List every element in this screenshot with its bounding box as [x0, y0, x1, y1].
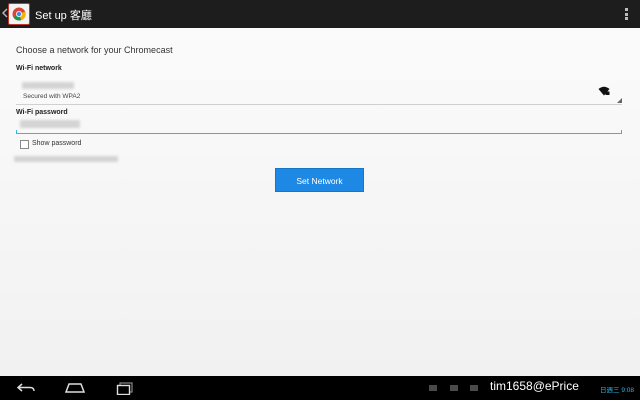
password-redacted	[20, 120, 80, 128]
show-password-label[interactable]: Show password	[32, 140, 81, 147]
system-nav-bar: tim1658@ePrice 日週三 9:08	[0, 376, 640, 400]
setup-form: Choose a network for your Chromecast Wi-…	[0, 28, 640, 376]
wifi-password-label: Wi-Fi password	[16, 109, 68, 116]
spinner-underline	[16, 104, 622, 105]
dropdown-arrow-icon	[617, 98, 622, 103]
notification-icon	[450, 385, 458, 391]
password-underline	[16, 130, 622, 134]
more-vert-icon[interactable]	[625, 8, 628, 20]
nav-back-icon[interactable]	[16, 381, 36, 395]
form-heading: Choose a network for your Chromecast	[16, 45, 173, 55]
wifi-password-input[interactable]	[16, 118, 622, 134]
notification-icon	[429, 385, 437, 391]
wifi-network-spinner[interactable]: Secured with WPA2	[16, 77, 622, 105]
wifi-network-label: Wi-Fi network	[16, 65, 62, 72]
status-clock: 日週三 9:08	[600, 387, 634, 394]
redacted-text	[14, 156, 118, 162]
show-password-checkbox[interactable]	[20, 140, 29, 149]
watermark-text: tim1658@ePrice	[490, 379, 579, 393]
action-bar: Set up 客廳	[0, 0, 640, 28]
nav-recents-icon[interactable]	[116, 381, 134, 396]
network-name-redacted	[22, 82, 74, 89]
set-network-button[interactable]: Set Network	[275, 168, 364, 192]
nav-home-icon[interactable]	[64, 381, 86, 395]
wifi-security-text: Secured with WPA2	[23, 93, 81, 100]
wifi-lock-icon	[598, 83, 610, 96]
page-title: Set up 客廳	[35, 10, 92, 22]
notification-icon	[470, 385, 478, 391]
chrome-icon[interactable]	[8, 3, 30, 25]
